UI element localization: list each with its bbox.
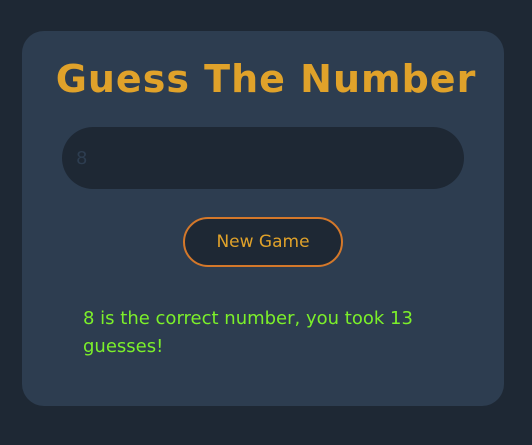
result-message: 8 is the correct number, you took 13 gue… — [83, 308, 413, 357]
new-game-button[interactable]: New Game — [183, 217, 343, 267]
guess-input[interactable] — [62, 127, 464, 189]
page-title: Guess The Number — [55, 57, 477, 101]
